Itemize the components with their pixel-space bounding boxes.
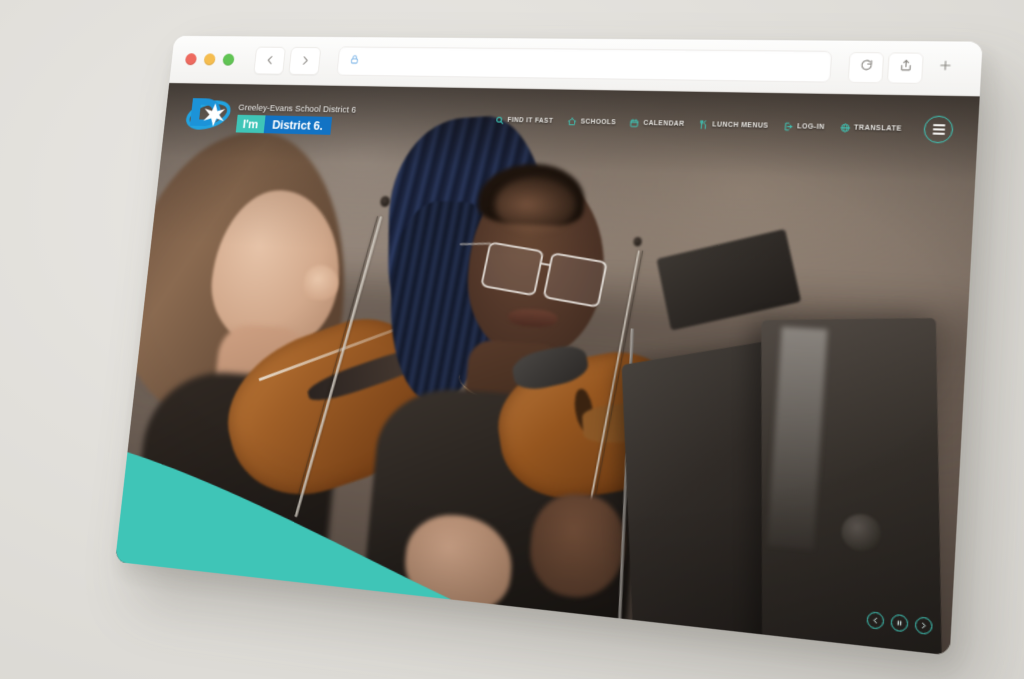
reload-icon [858,58,873,77]
nav-item-find-it-fast[interactable]: FIND IT FAST [495,115,554,125]
share-button[interactable] [886,51,924,84]
page-viewport: Greeley-Evans School District 6 I'm Dist… [115,83,980,656]
share-icon [898,58,913,77]
back-button[interactable] [253,46,287,75]
slideshow-prev-button[interactable] [866,611,885,630]
nav-label: LOG-IN [796,122,825,131]
minimize-window-button[interactable] [203,53,216,66]
slideshow-next-button[interactable] [914,616,933,636]
nav-item-calendar[interactable]: CALENDAR [630,118,685,128]
login-icon [783,121,793,130]
nav-item-schools[interactable]: SCHOOLS [566,117,616,127]
nav-label: SCHOOLS [580,118,617,126]
slideshow-pause-button[interactable] [890,613,909,633]
forward-button[interactable] [288,46,322,75]
d6-star-logo [184,94,233,132]
nav-label: TRANSLATE [853,123,902,133]
nav-item-lunch-menus[interactable]: LUNCH MENUS [699,120,769,131]
menu-button[interactable] [923,115,954,144]
navigation-buttons [253,46,322,75]
chevron-right-icon [298,54,311,66]
globe-icon [840,123,850,133]
perspective-scene: Greeley-Evans School District 6 I'm Dist… [0,0,1024,679]
tagline-suffix: District 6. [263,115,332,135]
nav-label: FIND IT FAST [507,116,554,125]
nav-item-translate[interactable]: TRANSLATE [840,123,902,134]
close-window-button[interactable] [184,53,198,66]
new-tab-button[interactable] [927,52,965,84]
toolbar-actions [847,51,965,84]
utensils-icon [699,120,709,129]
plus-icon [937,58,954,78]
brand-text: Greeley-Evans School District 6 I'm Dist… [235,102,357,136]
address-bar[interactable] [336,46,833,83]
nav-label: LUNCH MENUS [712,120,769,130]
nav-label: CALENDAR [642,119,685,128]
pause-icon [895,619,904,628]
district-tagline: I'm District 6. [235,114,356,136]
chevron-left-icon [871,616,879,625]
lock-icon [349,53,361,70]
browser-window: Greeley-Evans School District 6 I'm Dist… [115,35,983,656]
school-building-icon [566,117,577,126]
tagline-prefix: I'm [235,114,266,134]
screenshot-stage: Greeley-Evans School District 6 I'm Dist… [0,0,1024,679]
primary-navigation: FIND IT FAST SCHOOLS CALENDAR LUNCH MENU… [494,107,954,144]
chevron-right-icon [919,621,928,630]
calendar-icon [630,118,640,127]
window-controls[interactable] [184,53,235,66]
hamburger-icon [931,123,945,135]
nav-item-log-in[interactable]: LOG-IN [783,121,825,131]
reload-button[interactable] [847,51,885,83]
site-brand[interactable]: Greeley-Evans School District 6 I'm Dist… [184,94,357,135]
chevron-left-icon [263,54,276,66]
maximize-window-button[interactable] [222,53,235,66]
search-icon [495,115,504,124]
district-name: Greeley-Evans School District 6 [237,102,357,115]
